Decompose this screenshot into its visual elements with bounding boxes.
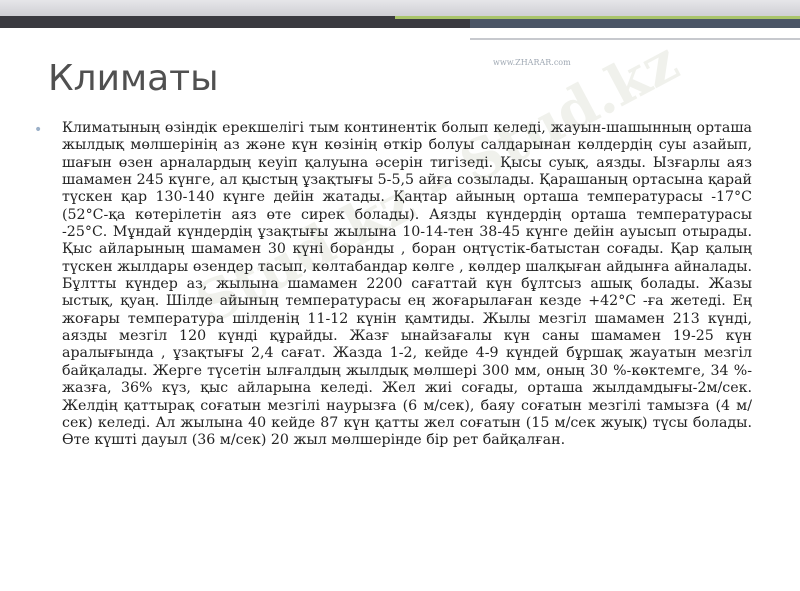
slide-content: • Климатының өзіндік ерекшелігі тым конт… <box>34 120 754 450</box>
bullet-icon: • <box>34 122 43 138</box>
title-divider <box>470 38 800 40</box>
top-bar-dark-stripe <box>470 19 800 28</box>
watermark-site: www.ZHARAR.com <box>493 58 571 67</box>
top-decorative-bar <box>0 0 800 28</box>
climate-paragraph: Климатының өзіндік ерекшелігі тым контин… <box>62 120 752 449</box>
page-title: Климаты <box>48 58 219 99</box>
top-bar-light <box>0 0 800 16</box>
